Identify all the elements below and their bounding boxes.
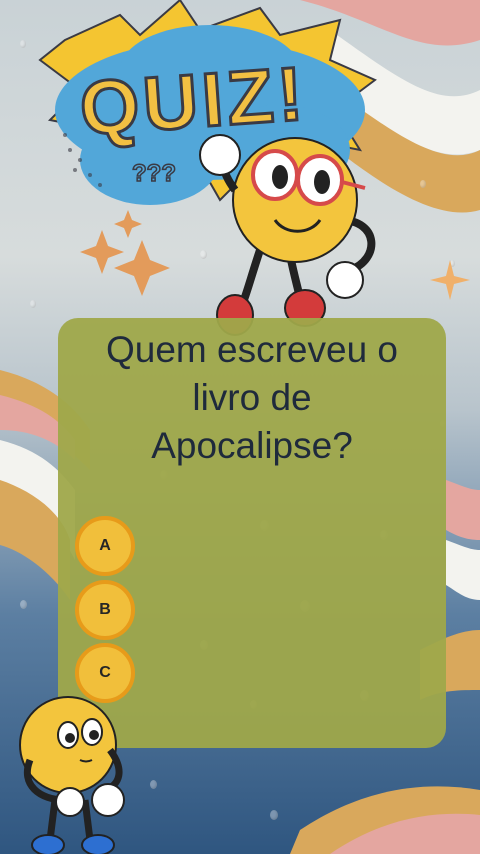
- question-line-3: Apocalipse?: [151, 425, 353, 466]
- question-line-2: livro de: [192, 377, 312, 418]
- option-a-button[interactable]: A: [75, 516, 135, 576]
- question-marks: ???: [131, 159, 176, 188]
- question-line-1: Quem escreveu o: [105, 329, 399, 370]
- option-b-button[interactable]: B: [75, 580, 135, 640]
- sun-mascot-thinking: [19, 696, 125, 854]
- question-text: Quem escreveu o livro de Apocalipse?: [58, 326, 446, 470]
- sparkle-icon: [430, 260, 470, 300]
- sparkle-icon: [80, 210, 170, 296]
- sun-mascot-waving: [199, 134, 376, 336]
